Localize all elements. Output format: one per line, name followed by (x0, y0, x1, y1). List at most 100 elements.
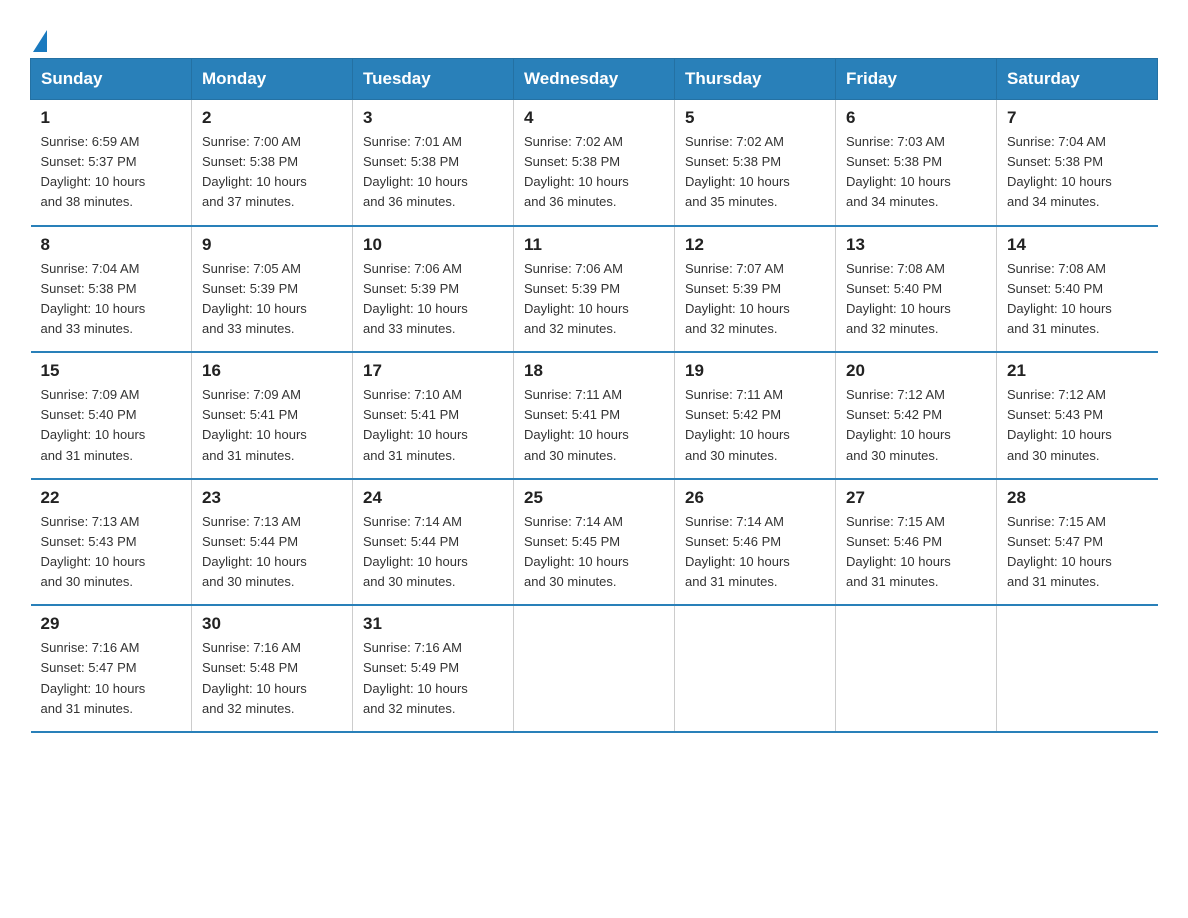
day-info: Sunrise: 7:14 AMSunset: 5:46 PMDaylight:… (685, 512, 825, 593)
calendar-cell: 11 Sunrise: 7:06 AMSunset: 5:39 PMDayligh… (514, 226, 675, 353)
day-number: 20 (846, 361, 986, 381)
day-info: Sunrise: 7:08 AMSunset: 5:40 PMDaylight:… (846, 259, 986, 340)
day-info: Sunrise: 7:03 AMSunset: 5:38 PMDaylight:… (846, 132, 986, 213)
day-info: Sunrise: 7:06 AMSunset: 5:39 PMDaylight:… (524, 259, 664, 340)
day-info: Sunrise: 7:11 AMSunset: 5:41 PMDaylight:… (524, 385, 664, 466)
day-number: 4 (524, 108, 664, 128)
calendar-cell: 29 Sunrise: 7:16 AMSunset: 5:47 PMDayligh… (31, 605, 192, 732)
day-number: 26 (685, 488, 825, 508)
calendar-cell (514, 605, 675, 732)
day-info: Sunrise: 7:13 AMSunset: 5:44 PMDaylight:… (202, 512, 342, 593)
calendar-cell: 10 Sunrise: 7:06 AMSunset: 5:39 PMDayligh… (353, 226, 514, 353)
day-info: Sunrise: 7:04 AMSunset: 5:38 PMDaylight:… (1007, 132, 1148, 213)
calendar-cell (997, 605, 1158, 732)
calendar-cell: 7 Sunrise: 7:04 AMSunset: 5:38 PMDaylight… (997, 100, 1158, 226)
calendar-week-row: 15Sunrise: 7:09 AMSunset: 5:40 PMDayligh… (31, 352, 1158, 479)
calendar-cell: 27Sunrise: 7:15 AMSunset: 5:46 PMDayligh… (836, 479, 997, 606)
day-info: Sunrise: 7:12 AMSunset: 5:43 PMDaylight:… (1007, 385, 1148, 466)
calendar-cell: 13 Sunrise: 7:08 AMSunset: 5:40 PMDayligh… (836, 226, 997, 353)
calendar-cell: 30 Sunrise: 7:16 AMSunset: 5:48 PMDayligh… (192, 605, 353, 732)
day-info: Sunrise: 7:14 AMSunset: 5:45 PMDaylight:… (524, 512, 664, 593)
day-number: 17 (363, 361, 503, 381)
calendar-cell: 20 Sunrise: 7:12 AMSunset: 5:42 PMDayligh… (836, 352, 997, 479)
day-number: 9 (202, 235, 342, 255)
calendar-cell: 1Sunrise: 6:59 AMSunset: 5:37 PMDaylight… (31, 100, 192, 226)
calendar-cell: 3 Sunrise: 7:01 AMSunset: 5:38 PMDaylight… (353, 100, 514, 226)
day-number: 5 (685, 108, 825, 128)
weekday-header-thursday: Thursday (675, 59, 836, 100)
day-info: Sunrise: 7:14 AMSunset: 5:44 PMDaylight:… (363, 512, 503, 593)
day-number: 7 (1007, 108, 1148, 128)
day-number: 28 (1007, 488, 1148, 508)
day-number: 12 (685, 235, 825, 255)
day-number: 13 (846, 235, 986, 255)
calendar-cell: 14 Sunrise: 7:08 AMSunset: 5:40 PMDayligh… (997, 226, 1158, 353)
calendar-cell: 12 Sunrise: 7:07 AMSunset: 5:39 PMDayligh… (675, 226, 836, 353)
day-info: Sunrise: 7:15 AMSunset: 5:47 PMDaylight:… (1007, 512, 1148, 593)
day-info: Sunrise: 7:13 AMSunset: 5:43 PMDaylight:… (41, 512, 182, 593)
calendar-cell: 17 Sunrise: 7:10 AMSunset: 5:41 PMDayligh… (353, 352, 514, 479)
day-info: Sunrise: 7:16 AMSunset: 5:48 PMDaylight:… (202, 638, 342, 719)
day-info: Sunrise: 6:59 AMSunset: 5:37 PMDaylight:… (41, 132, 182, 213)
weekday-header-monday: Monday (192, 59, 353, 100)
day-number: 30 (202, 614, 342, 634)
day-number: 31 (363, 614, 503, 634)
day-info: Sunrise: 7:07 AMSunset: 5:39 PMDaylight:… (685, 259, 825, 340)
day-number: 6 (846, 108, 986, 128)
day-number: 3 (363, 108, 503, 128)
calendar-cell: 25 Sunrise: 7:14 AMSunset: 5:45 PMDayligh… (514, 479, 675, 606)
day-info: Sunrise: 7:06 AMSunset: 5:39 PMDaylight:… (363, 259, 503, 340)
day-info: Sunrise: 7:01 AMSunset: 5:38 PMDaylight:… (363, 132, 503, 213)
day-info: Sunrise: 7:11 AMSunset: 5:42 PMDaylight:… (685, 385, 825, 466)
day-number: 14 (1007, 235, 1148, 255)
calendar-cell: 8 Sunrise: 7:04 AMSunset: 5:38 PMDaylight… (31, 226, 192, 353)
day-number: 2 (202, 108, 342, 128)
weekday-header-sunday: Sunday (31, 59, 192, 100)
calendar-cell: 5 Sunrise: 7:02 AMSunset: 5:38 PMDaylight… (675, 100, 836, 226)
weekday-header-friday: Friday (836, 59, 997, 100)
day-number: 11 (524, 235, 664, 255)
calendar-table: SundayMondayTuesdayWednesdayThursdayFrid… (30, 58, 1158, 733)
calendar-week-row: 29 Sunrise: 7:16 AMSunset: 5:47 PMDayligh… (31, 605, 1158, 732)
day-number: 23 (202, 488, 342, 508)
calendar-cell (675, 605, 836, 732)
day-number: 25 (524, 488, 664, 508)
day-number: 18 (524, 361, 664, 381)
calendar-cell: 15Sunrise: 7:09 AMSunset: 5:40 PMDayligh… (31, 352, 192, 479)
day-info: Sunrise: 7:05 AMSunset: 5:39 PMDaylight:… (202, 259, 342, 340)
day-info: Sunrise: 7:02 AMSunset: 5:38 PMDaylight:… (524, 132, 664, 213)
day-number: 27 (846, 488, 986, 508)
weekday-header-saturday: Saturday (997, 59, 1158, 100)
calendar-cell: 9 Sunrise: 7:05 AMSunset: 5:39 PMDaylight… (192, 226, 353, 353)
day-info: Sunrise: 7:10 AMSunset: 5:41 PMDaylight:… (363, 385, 503, 466)
day-number: 24 (363, 488, 503, 508)
day-number: 10 (363, 235, 503, 255)
calendar-cell: 31Sunrise: 7:16 AMSunset: 5:49 PMDayligh… (353, 605, 514, 732)
calendar-cell: 4 Sunrise: 7:02 AMSunset: 5:38 PMDaylight… (514, 100, 675, 226)
calendar-week-row: 22Sunrise: 7:13 AMSunset: 5:43 PMDayligh… (31, 479, 1158, 606)
calendar-cell: 28 Sunrise: 7:15 AMSunset: 5:47 PMDayligh… (997, 479, 1158, 606)
weekday-header-row: SundayMondayTuesdayWednesdayThursdayFrid… (31, 59, 1158, 100)
day-number: 21 (1007, 361, 1148, 381)
day-number: 19 (685, 361, 825, 381)
calendar-cell (836, 605, 997, 732)
day-info: Sunrise: 7:16 AMSunset: 5:47 PMDaylight:… (41, 638, 182, 719)
weekday-header-wednesday: Wednesday (514, 59, 675, 100)
calendar-cell: 6 Sunrise: 7:03 AMSunset: 5:38 PMDaylight… (836, 100, 997, 226)
day-info: Sunrise: 7:04 AMSunset: 5:38 PMDaylight:… (41, 259, 182, 340)
calendar-week-row: 8 Sunrise: 7:04 AMSunset: 5:38 PMDaylight… (31, 226, 1158, 353)
calendar-cell: 22Sunrise: 7:13 AMSunset: 5:43 PMDayligh… (31, 479, 192, 606)
calendar-week-row: 1Sunrise: 6:59 AMSunset: 5:37 PMDaylight… (31, 100, 1158, 226)
calendar-cell: 19 Sunrise: 7:11 AMSunset: 5:42 PMDayligh… (675, 352, 836, 479)
calendar-cell: 18 Sunrise: 7:11 AMSunset: 5:41 PMDayligh… (514, 352, 675, 479)
calendar-cell: 26 Sunrise: 7:14 AMSunset: 5:46 PMDayligh… (675, 479, 836, 606)
day-number: 8 (41, 235, 182, 255)
calendar-cell: 2Sunrise: 7:00 AMSunset: 5:38 PMDaylight… (192, 100, 353, 226)
day-number: 15 (41, 361, 182, 381)
day-info: Sunrise: 7:08 AMSunset: 5:40 PMDaylight:… (1007, 259, 1148, 340)
logo-triangle-icon (33, 30, 47, 52)
day-info: Sunrise: 7:12 AMSunset: 5:42 PMDaylight:… (846, 385, 986, 466)
day-number: 29 (41, 614, 182, 634)
day-info: Sunrise: 7:02 AMSunset: 5:38 PMDaylight:… (685, 132, 825, 213)
calendar-cell: 24 Sunrise: 7:14 AMSunset: 5:44 PMDayligh… (353, 479, 514, 606)
